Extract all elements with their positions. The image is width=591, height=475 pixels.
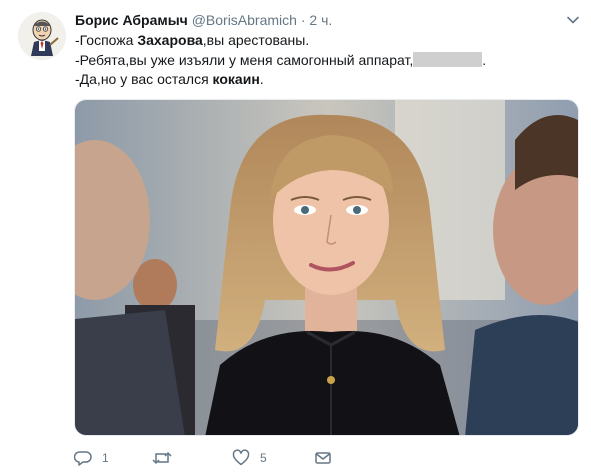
redacted-text-block: [413, 51, 483, 67]
reply-count: 1: [102, 451, 109, 465]
retweet-icon: [152, 451, 172, 465]
envelope-icon: [315, 452, 331, 464]
tweet-media-photo[interactable]: [74, 99, 579, 436]
photo-image: [75, 100, 578, 435]
like-button[interactable]: 5: [232, 449, 267, 467]
cartoon-avatar-icon: [18, 12, 66, 60]
retweet-button[interactable]: [152, 449, 182, 467]
tweet-menu-button[interactable]: [566, 13, 580, 27]
tweet-actions: 1 5: [74, 449, 494, 471]
reply-button[interactable]: 1: [74, 449, 109, 467]
tweet-header: Борис Абрамыч @BorisAbramich · 2 ч.: [75, 11, 332, 29]
tweet-line-2: -Ребята,вы уже изъяли у меня самогонный …: [75, 51, 487, 68]
direct-message-button[interactable]: [314, 449, 332, 467]
author-handle[interactable]: @BorisAbramich: [192, 12, 297, 28]
tweet-text: -Госпожа Захарова,вы арестованы. -Ребята…: [75, 31, 565, 90]
chevron-down-icon: [567, 16, 579, 24]
tweet-line-1: -Госпожа Захарова,вы арестованы.: [75, 32, 310, 48]
tweet-line-3: -Да,но у вас остался кокаин.: [75, 71, 264, 87]
author-avatar[interactable]: [18, 12, 66, 60]
reply-icon: [74, 451, 92, 466]
author-name[interactable]: Борис Абрамыч: [75, 12, 188, 28]
tweet-timestamp[interactable]: 2 ч.: [309, 12, 332, 28]
header-separator: ·: [300, 12, 306, 28]
like-count: 5: [260, 451, 267, 465]
heart-icon: [232, 449, 250, 466]
